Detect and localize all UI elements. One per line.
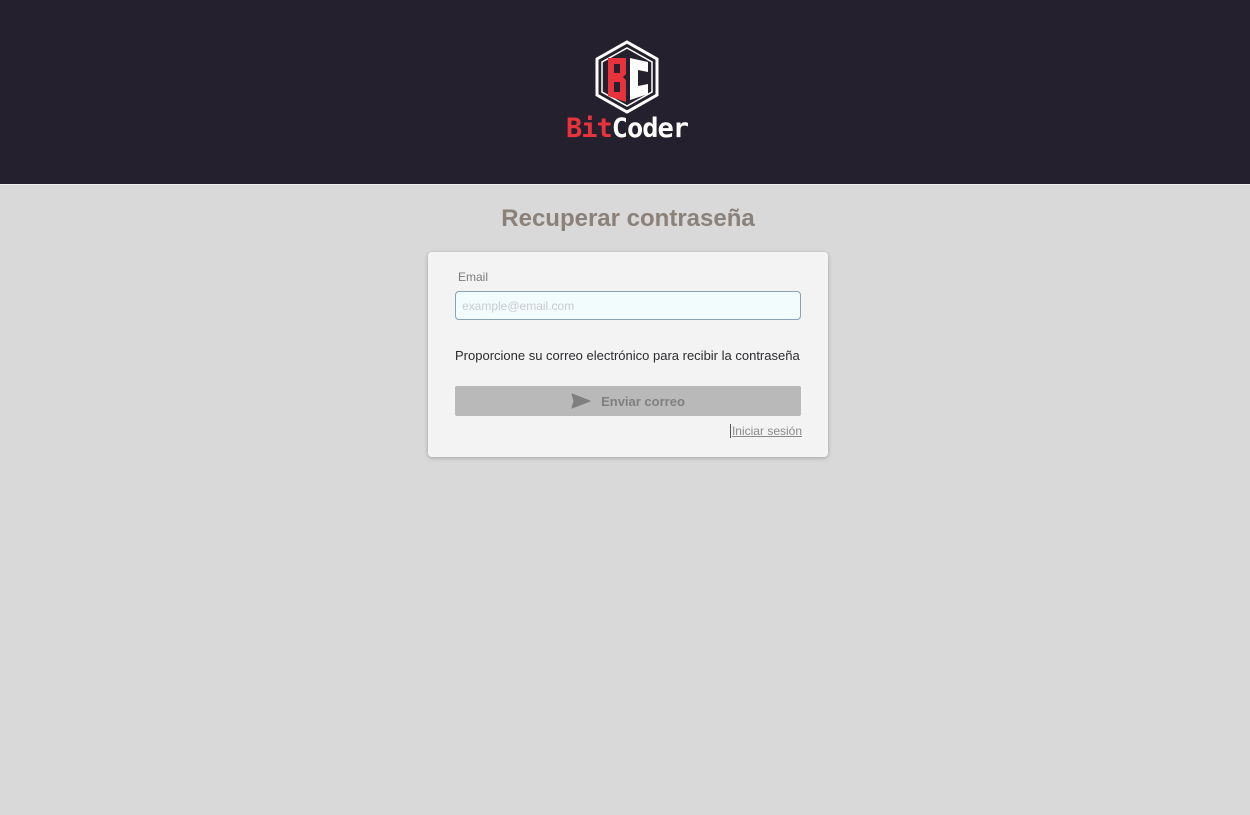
bitcoder-logo: BitCoder [560,40,694,148]
logo-word-bit: Bit [565,113,613,144]
recover-password-card: Email Proporcione su correo electrónico … [428,252,828,457]
send-icon [571,393,591,409]
logo-word-coder: Coder [611,113,689,144]
email-label: Email [458,270,489,284]
login-link[interactable]: Iniciar sesión [729,424,802,438]
email-field[interactable] [455,291,801,320]
page-title: Recuperar contraseña [501,205,755,232]
send-button-label: Enviar correo [601,393,685,409]
header: BitCoder [0,0,1250,185]
logo-wordmark: BitCoder [560,112,694,146]
help-text: Proporcione su correo electrónico para r… [455,348,800,363]
bc-emblem-icon [595,40,659,114]
send-email-button[interactable]: Enviar correo [455,386,801,416]
